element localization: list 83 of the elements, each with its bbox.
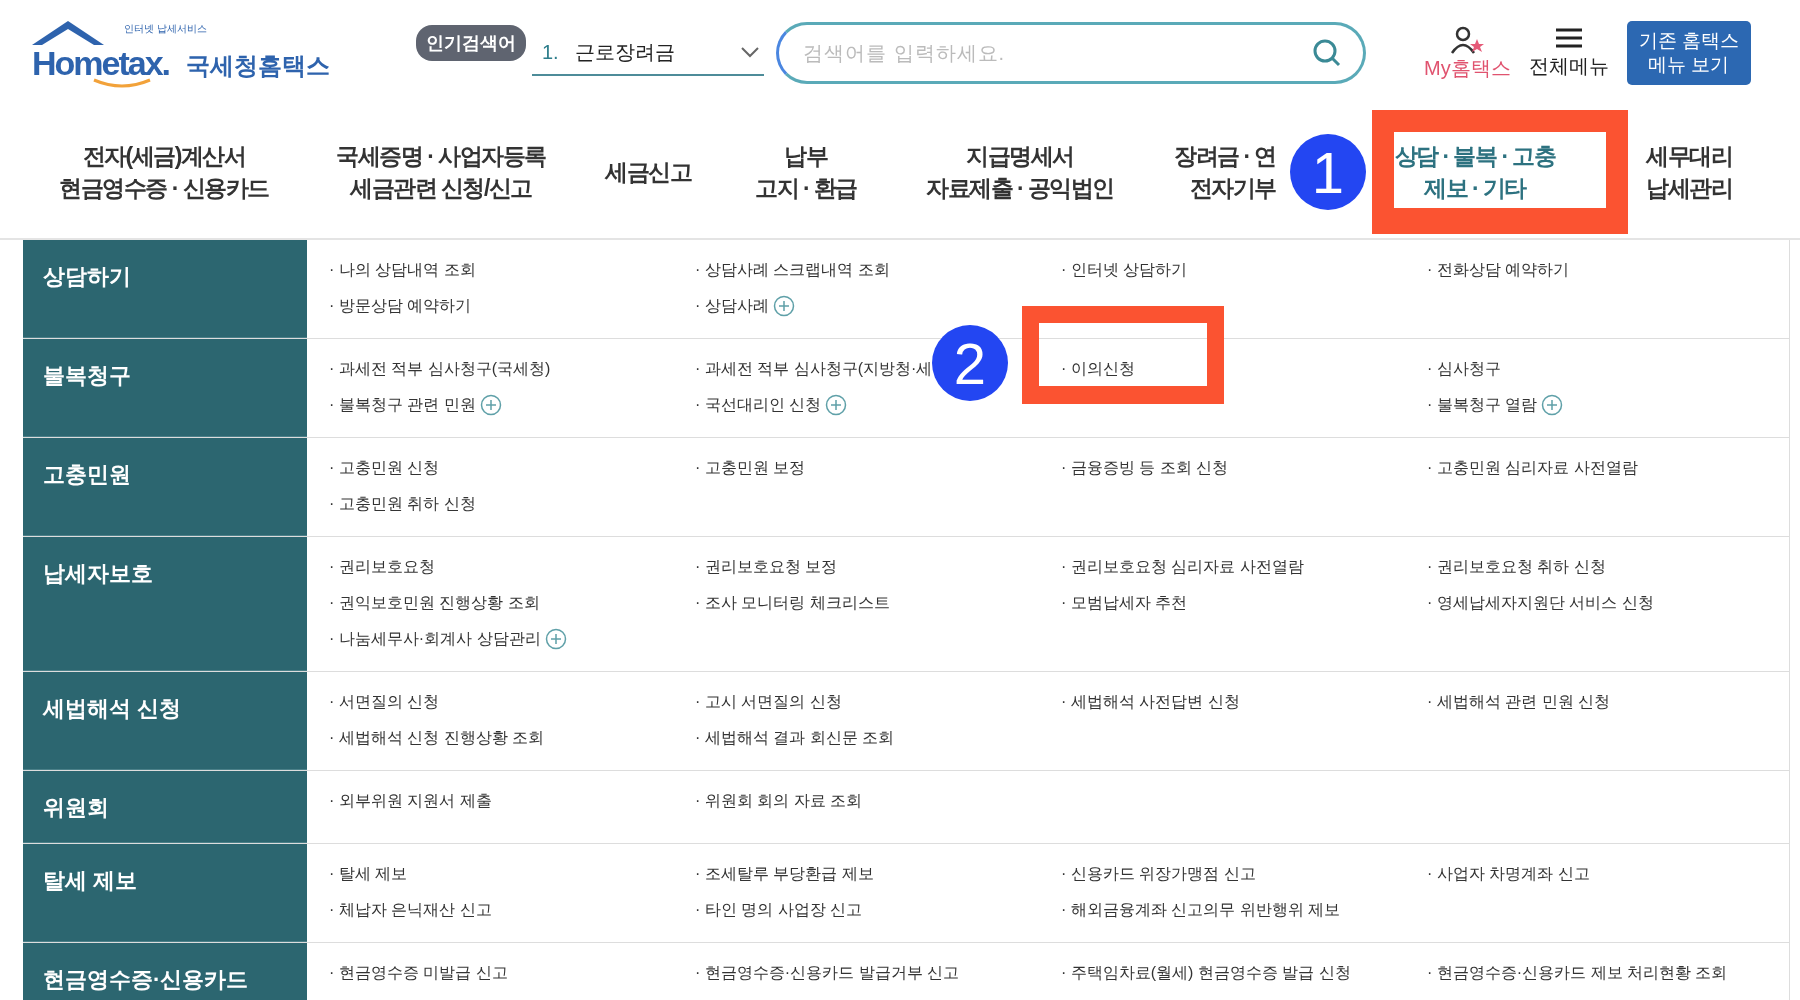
category-header: 위원회 [23, 771, 307, 843]
menu-link[interactable]: · 위원회 회의 자료 조회 [695, 790, 863, 812]
menu-link[interactable]: · 상담사례 [695, 295, 769, 317]
menu-link[interactable]: · 고충민원 보정 [695, 457, 806, 479]
menu-link[interactable]: · 과세전 적부 심사청구(지방청·세 [695, 358, 933, 380]
menu-link[interactable]: · 권리보호요청 심리자료 사전열람 [1061, 556, 1304, 578]
menu-link[interactable]: · 전화상담 예약하기 [1427, 259, 1570, 281]
menu-link[interactable]: · 신용카드 위장가맹점 신고 [1061, 863, 1256, 885]
nav-tab[interactable]: 납부 고지 · 환급 [755, 139, 857, 205]
menu-link[interactable]: · 고충민원 신청 [329, 457, 440, 479]
plus-circle-icon[interactable] [1541, 394, 1564, 416]
popular-keyword-dropdown[interactable]: 1. 근로장려금 [532, 30, 764, 76]
menu-link[interactable]: · 외부위원 지원서 제출 [329, 790, 492, 812]
menu-link[interactable]: · 불복청구 관련 민원 [329, 394, 476, 416]
chevron-down-icon [740, 46, 760, 58]
logo-name[interactable]: 국세청홈택스 [186, 50, 330, 82]
nav-tab[interactable]: 전자(세금)계산서 현금영수증 · 신용카드 [59, 139, 269, 205]
category-header: 상담하기 [23, 240, 307, 338]
menu-link[interactable]: · 나의 상담내역 조회 [329, 259, 476, 281]
menu-link[interactable]: · 서면질의 신청 [329, 691, 440, 713]
legacy-menu-button[interactable]: 기존 홈택스 메뉴 보기 [1626, 21, 1751, 85]
menu-link[interactable]: · 권리보호요청 취하 신청 [1427, 556, 1606, 578]
menu-link[interactable]: · 세법해석 신청 진행상황 조회 [329, 727, 545, 749]
menu-link[interactable]: · 이의신청 [1061, 358, 1135, 380]
menu-link[interactable]: · 현금영수증·신용카드 제보 처리현황 조회 [1427, 962, 1728, 984]
menu-link[interactable]: · 탈세 제보 [329, 863, 408, 885]
step-number-badge-overlay: 1 [1290, 134, 1366, 210]
menu-link[interactable]: · 상담사례 스크랩내역 조회 [695, 259, 890, 281]
menu-link[interactable]: · 나눔세무사·회계사 상담관리 [329, 628, 541, 650]
menu-link[interactable]: · 해외금융계좌 신고의무 위반행위 제보 [1061, 899, 1341, 921]
search-field[interactable]: 검색어를 입력하세요. [776, 22, 1366, 84]
menu-link[interactable]: · 영세납세자지원단 서비스 신청 [1427, 592, 1654, 614]
menu-link[interactable]: · 방문상담 예약하기 [329, 295, 472, 317]
menu-link[interactable]: · 권리보호요청 [329, 556, 435, 578]
category-header: 세법해석 신청 [23, 672, 307, 770]
smile-swoosh-icon [92, 78, 152, 90]
menu-link[interactable]: · 권리보호요청 보정 [695, 556, 838, 578]
menu-link[interactable]: · 체납자 은닉재산 신고 [329, 899, 492, 921]
menu-link[interactable]: · 사업자 차명계좌 신고 [1427, 863, 1590, 885]
category-header: 고충민원 [23, 438, 307, 536]
plus-circle-icon[interactable] [825, 394, 848, 416]
category-header: 불복청구 [23, 339, 307, 437]
category-header: 탈세 제보 [23, 844, 307, 942]
menu-link[interactable]: · 세법해석 사전답변 신청 [1061, 691, 1240, 713]
menu-link[interactable]: · 불복청구 열람 [1427, 394, 1538, 416]
step-number-badge-overlay: 2 [932, 325, 1008, 401]
menu-icon[interactable] [1553, 26, 1584, 49]
menu-link[interactable]: · 세법해석 관련 민원 신청 [1427, 691, 1611, 713]
logo-brand[interactable]: Hometax. [32, 44, 170, 83]
menu-link[interactable]: · 세법해석 결과 회신문 조회 [695, 727, 895, 749]
menu-link[interactable]: · 조세탈루 부당환급 제보 [695, 863, 874, 885]
menu-link[interactable]: · 고충민원 심리자료 사전열람 [1427, 457, 1638, 479]
menu-link[interactable]: · 타인 명의 사업장 신고 [695, 899, 863, 921]
popular-search-tag: 인기검색어 [416, 25, 526, 61]
nav-tab[interactable]: 장려금 · 연 전자기부 [1174, 139, 1276, 205]
nav-tab[interactable]: 세금신고 [605, 155, 691, 189]
plus-circle-icon[interactable] [479, 394, 502, 416]
menu-link[interactable]: · 조사 모니터링 체크리스트 [695, 592, 890, 614]
category-header: 납세자보호 [23, 537, 307, 671]
plus-circle-icon[interactable] [544, 628, 567, 650]
menu-link[interactable]: · 권익보호민원 진행상황 조회 [329, 592, 540, 614]
nav-tab[interactable]: 상담 · 불복 · 고충 제보 · 기타 [1394, 139, 1556, 205]
menu-link[interactable]: · 모범납세자 추천 [1061, 592, 1188, 614]
menu-link[interactable]: · 심사청구 [1427, 358, 1501, 380]
nav-tab[interactable]: 국세증명 · 사업자등록 세금관련 신청/신고 [336, 139, 546, 205]
nav-tab[interactable]: 세무대리 납세관리 [1646, 139, 1732, 205]
search-icon[interactable] [1312, 38, 1342, 68]
logo-tagline: 인터넷 납세서비스 [124, 22, 207, 36]
nav-tab[interactable]: 지급명세서 자료제출 · 공익법인 [926, 139, 1114, 205]
menu-link[interactable]: · 고충민원 취하 신청 [329, 493, 476, 515]
menu-link[interactable]: · 현금영수증 미발급 신고 [329, 962, 508, 984]
menu-link[interactable]: · 현금영수증·신용카드 발급거부 신고 [695, 962, 959, 984]
plus-circle-icon[interactable] [772, 295, 795, 317]
my-hometax-link[interactable]: My홈택스 [1424, 54, 1511, 82]
menu-link[interactable]: · 고시 서면질의 신청 [695, 691, 842, 713]
category-header: 현금영수증·신용카드 [23, 943, 307, 1000]
all-menu-link[interactable]: 전체메뉴 [1528, 52, 1609, 80]
menu-link[interactable]: · 주택임차료(월세) 현금영수증 발급 신청 [1061, 962, 1351, 984]
menu-link[interactable]: · 국선대리인 신청 [695, 394, 822, 416]
house-logo-icon [30, 20, 106, 46]
menu-link[interactable]: · 인터넷 상담하기 [1061, 259, 1188, 281]
menu-link[interactable]: · 과세전 적부 심사청구(국세청) [329, 358, 551, 380]
menu-link[interactable]: · 금융증빙 등 조회 신청 [1061, 457, 1229, 479]
